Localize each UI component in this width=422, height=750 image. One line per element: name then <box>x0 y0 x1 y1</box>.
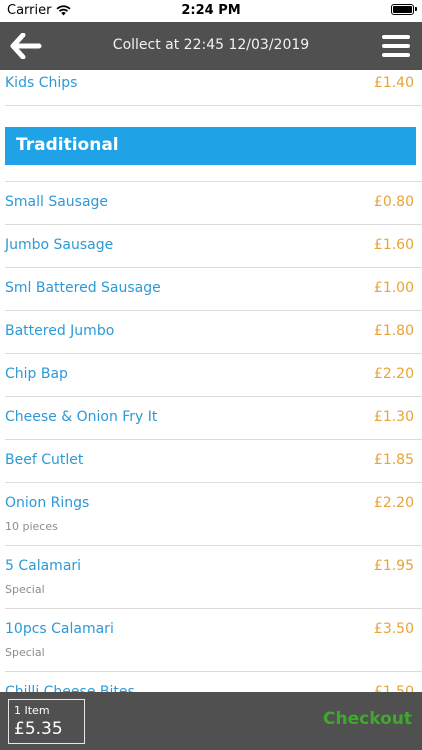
back-button[interactable] <box>10 32 42 60</box>
nav-bar: Collect at 22:45 12/03/2019 <box>0 22 422 70</box>
menu-list-inner: Kids Chips £1.40 Traditional Small Sausa… <box>0 70 422 692</box>
menu-item[interactable]: Small Sausage £0.80 <box>5 182 422 225</box>
menu-button[interactable] <box>382 34 410 58</box>
menu-item[interactable]: 10pcs Calamari £3.50 Special <box>5 609 422 672</box>
section-header: Traditional <box>5 127 416 165</box>
menu-item-description: 10 pieces <box>5 520 58 533</box>
menu-item[interactable]: Cheese & Onion Fry It £1.30 <box>5 397 422 440</box>
basket-total: £5.35 <box>14 719 63 739</box>
basket-item-count: 1 Item <box>14 704 50 717</box>
menu-item-name: 5 Calamari <box>5 558 82 574</box>
menu-item-name: Sml Battered Sausage <box>5 280 161 296</box>
section-traditional: Traditional <box>5 106 422 182</box>
status-time: 2:24 PM <box>181 3 241 18</box>
back-arrow-icon <box>10 32 42 60</box>
menu-item[interactable]: Onion Rings £2.20 10 pieces <box>5 483 422 546</box>
menu-item-name: Chip Bap <box>5 366 68 382</box>
menu-item[interactable]: Chilli Cheese Bites £1.50 <box>5 672 422 692</box>
menu-item-name: Beef Cutlet <box>5 452 84 468</box>
app-screen: Carrier 2:24 PM Collect at 22:45 12/03/2… <box>0 0 422 750</box>
menu-item-description: Special <box>5 646 45 659</box>
menu-item-price: £1.80 <box>373 323 414 339</box>
menu-item-price: £2.20 <box>373 495 414 511</box>
menu-item[interactable]: Beef Cutlet £1.85 <box>5 440 422 483</box>
menu-item-price: £1.60 <box>373 237 414 253</box>
basket-summary[interactable]: 1 Item £5.35 <box>8 699 85 744</box>
menu-item[interactable]: Jumbo Sausage £1.60 <box>5 225 422 268</box>
menu-item-price: £1.30 <box>373 409 414 425</box>
battery-icon <box>391 4 417 15</box>
menu-item-price: £1.40 <box>373 75 414 91</box>
menu-item-name: Cheese & Onion Fry It <box>5 409 158 425</box>
menu-item-description: Special <box>5 583 45 596</box>
checkout-button[interactable]: Checkout <box>323 709 412 729</box>
menu-item[interactable]: Sml Battered Sausage £1.00 <box>5 268 422 311</box>
menu-item-name: 10pcs Calamari <box>5 621 114 637</box>
menu-item-price: £0.80 <box>373 194 414 210</box>
menu-item-name: Onion Rings <box>5 495 90 511</box>
menu-item-price: £1.85 <box>373 452 414 468</box>
menu-item[interactable]: Chip Bap £2.20 <box>5 354 422 397</box>
menu-item[interactable]: 5 Calamari £1.95 Special <box>5 546 422 609</box>
menu-item-price: £2.20 <box>373 366 414 382</box>
menu-item-name: Jumbo Sausage <box>5 237 114 253</box>
hamburger-menu-icon <box>382 35 410 57</box>
menu-item-price: £1.50 <box>373 684 414 692</box>
status-bar: Carrier 2:24 PM <box>0 0 422 22</box>
menu-item-price: £1.95 <box>373 558 414 574</box>
menu-item-name: Battered Jumbo <box>5 323 115 339</box>
menu-item-kids-chips[interactable]: Kids Chips £1.40 <box>5 70 422 106</box>
collection-time-title: Collect at 22:45 12/03/2019 <box>112 37 310 53</box>
menu-item[interactable]: Battered Jumbo £1.80 <box>5 311 422 354</box>
menu-item-name: Chilli Cheese Bites <box>5 684 135 692</box>
menu-item-price: £1.00 <box>373 280 414 296</box>
menu-item-name: Small Sausage <box>5 194 109 210</box>
basket-bar: 1 Item £5.35 Checkout <box>0 692 422 750</box>
menu-list[interactable]: Kids Chips £1.40 Traditional Small Sausa… <box>0 70 422 692</box>
menu-item-name: Kids Chips <box>5 75 78 91</box>
menu-item-price: £3.50 <box>373 621 414 637</box>
